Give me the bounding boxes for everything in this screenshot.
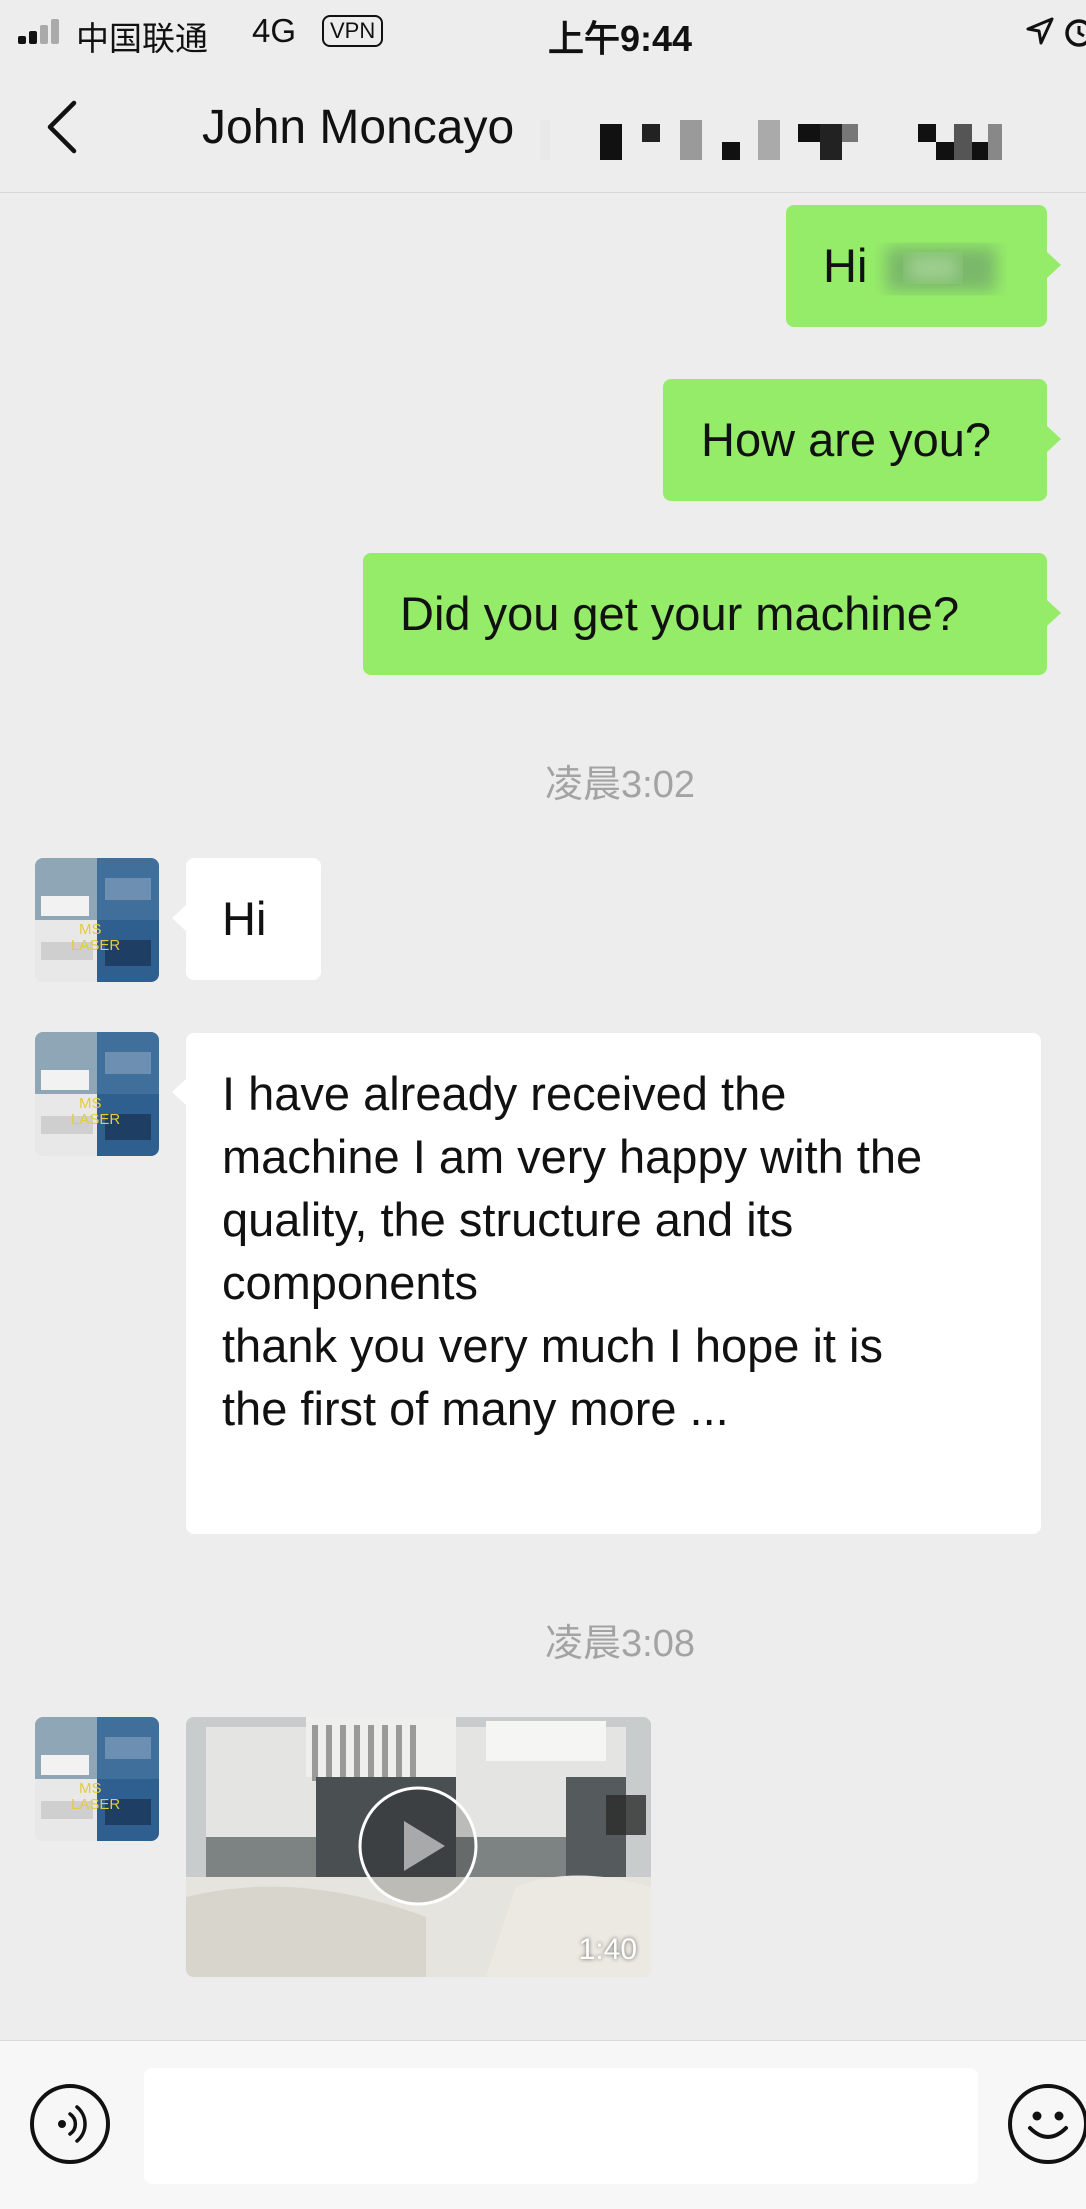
back-chevron-icon[interactable] <box>40 97 90 157</box>
svg-text:MS: MS <box>79 1780 102 1797</box>
message-text: How are you? <box>701 413 991 466</box>
message-line: thank you very much I hope it is <box>222 1319 883 1372</box>
svg-text:LASER: LASER <box>71 1796 120 1813</box>
chat-title: John Moncayo <box>202 101 515 154</box>
message-line: machine I am very happy with the <box>222 1130 923 1183</box>
incoming-message[interactable]: Hi <box>186 858 321 980</box>
status-bar: 中国联通 4G VPN 上午9:44 <box>0 0 1086 62</box>
message-text: Hi <box>222 892 267 945</box>
avatar[interactable]: MS LASER <box>35 858 159 982</box>
play-icon[interactable] <box>357 1785 479 1907</box>
emoji-icon <box>1028 2111 1068 2139</box>
video-message[interactable]: 1:40 <box>186 1717 651 1977</box>
bubble-tail <box>1047 252 1061 278</box>
message-input[interactable] <box>144 2068 978 2184</box>
avatar-image: MS LASER <box>35 1032 159 1156</box>
outgoing-message[interactable]: How are you? <box>663 379 1047 501</box>
outgoing-message[interactable]: Did you get your machine? <box>363 553 1047 675</box>
bubble-tail <box>1047 600 1061 626</box>
voice-button[interactable] <box>30 2084 110 2164</box>
avatar[interactable]: MS LASER <box>35 1032 159 1156</box>
svg-text:MS: MS <box>79 1095 102 1112</box>
svg-text:LASER: LASER <box>71 1111 120 1128</box>
incoming-message[interactable]: I have already received the machine I am… <box>186 1033 1041 1534</box>
video-duration: 1:40 <box>578 1933 637 1966</box>
status-time: 上午9:44 <box>548 18 693 59</box>
message-text: Hi <box>823 239 868 292</box>
avatar-image: MS LASER <box>35 1717 159 1841</box>
message-line: the first of many more ... <box>222 1382 729 1435</box>
message-text: Did you get your machine? <box>400 587 960 640</box>
emoji-button[interactable] <box>1008 2084 1086 2164</box>
bubble-tail <box>172 1079 186 1105</box>
voice-icon <box>58 2105 87 2143</box>
message-line: quality, the structure and its <box>222 1193 794 1246</box>
input-bar <box>0 2040 1086 2209</box>
message-line: I have already received the <box>222 1067 787 1120</box>
outgoing-message[interactable]: Hi <box>786 205 1047 327</box>
redaction-mosaic <box>540 120 1002 160</box>
avatar-logo-text: MS <box>79 921 102 938</box>
signal-icon <box>18 18 68 44</box>
avatar-image: MS LASER <box>35 858 159 982</box>
vpn-badge: VPN <box>322 15 384 47</box>
message-timestamp: 凌晨3:02 <box>545 764 695 806</box>
alarm-icon <box>1065 19 1086 47</box>
redaction-blur <box>886 247 996 291</box>
avatar[interactable]: MS LASER <box>35 1717 159 1841</box>
location-arrow-icon <box>1026 17 1054 45</box>
bubble-tail <box>172 905 186 931</box>
chat-header: John Moncayo <box>0 62 1086 193</box>
message-line: components <box>222 1256 479 1309</box>
bubble-tail <box>1047 426 1061 452</box>
message-timestamp: 凌晨3:08 <box>545 1623 695 1665</box>
carrier-name: 中国联通 <box>76 20 208 57</box>
network-type: 4G <box>252 12 297 49</box>
svg-text:LASER: LASER <box>71 937 120 954</box>
